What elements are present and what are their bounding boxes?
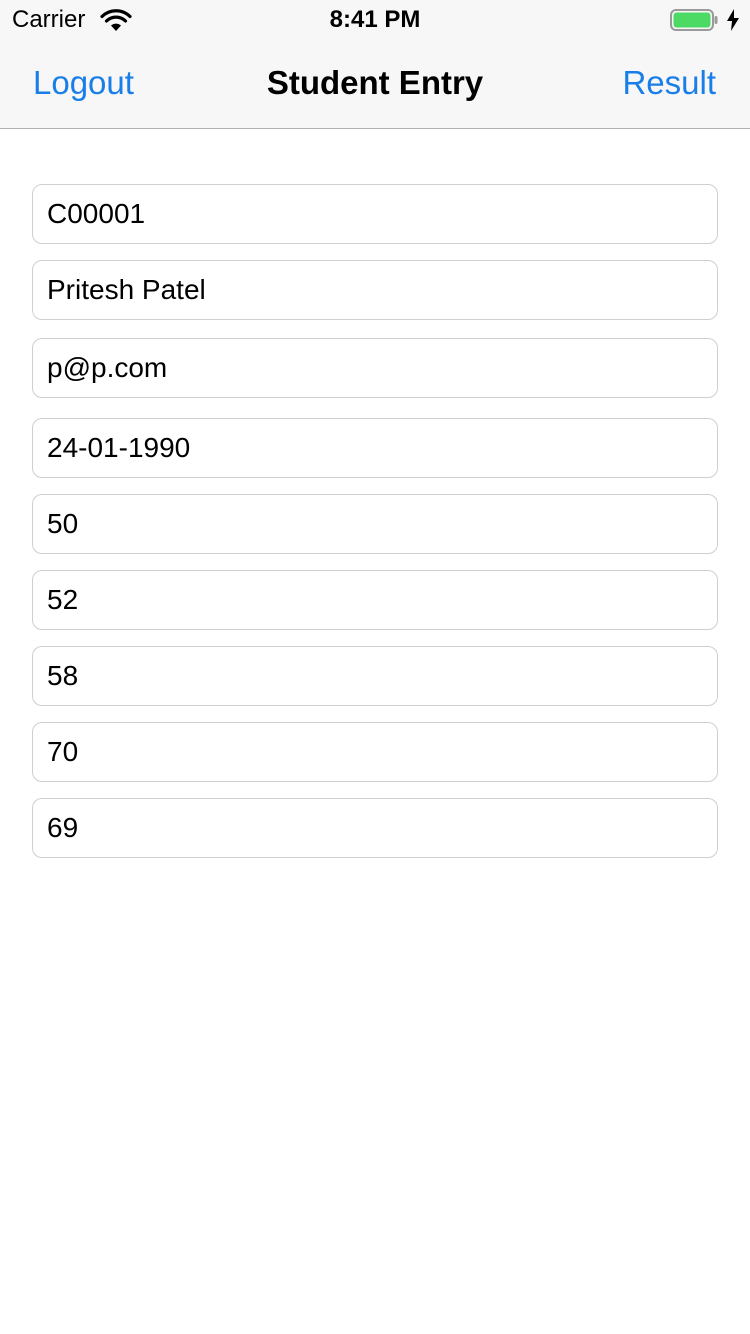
- battery-icon: [670, 9, 718, 31]
- student-id-field[interactable]: [32, 184, 718, 244]
- status-bar: Carrier 8:41 PM: [0, 0, 750, 40]
- marks-field-5[interactable]: [32, 798, 718, 858]
- result-button[interactable]: Result: [622, 64, 716, 102]
- marks-field-4[interactable]: [32, 722, 718, 782]
- date-of-birth-field[interactable]: [32, 418, 718, 478]
- student-name-field[interactable]: [32, 260, 718, 320]
- navigation-bar: Logout Student Entry Result: [0, 40, 750, 129]
- marks-field-1[interactable]: [32, 494, 718, 554]
- email-field[interactable]: [32, 338, 718, 398]
- marks-field-3[interactable]: [32, 646, 718, 706]
- charging-bolt-icon: [726, 9, 740, 31]
- status-time: 8:41 PM: [329, 6, 421, 33]
- marks-field-2[interactable]: [32, 570, 718, 630]
